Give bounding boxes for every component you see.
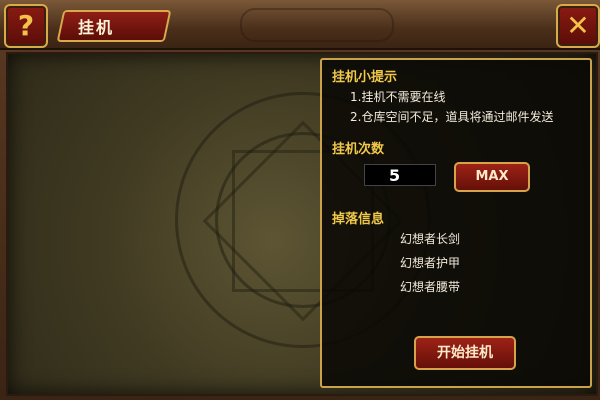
count-input[interactable]: 5 [364, 164, 436, 186]
close-button[interactable]: ✕ [556, 4, 600, 48]
drops-label: 掉落信息 [332, 212, 385, 227]
window-title: 挂机 [78, 18, 115, 37]
drop-item-1: 幻想者长剑 [400, 232, 461, 246]
help-button[interactable]: ? [4, 4, 48, 48]
count-label: 挂机次数 [332, 142, 385, 157]
start-idle-button[interactable]: 开始挂机 [414, 336, 516, 370]
tips-title: 挂机小提示 [332, 70, 398, 85]
game-window: ? 挂机 ✕ 挂机小提示 1.挂机不需要在线 2.仓库空间不足，道具将通过邮件发… [0, 0, 600, 400]
help-icon: ? [17, 9, 35, 42]
drop-item-3: 幻想者腰带 [400, 280, 461, 294]
max-button[interactable]: MAX [454, 162, 530, 192]
close-icon: ✕ [566, 9, 590, 42]
tip-line-2: 2.仓库空间不足，道具将通过邮件发送 [350, 110, 554, 124]
drop-item-2: 幻想者护甲 [400, 256, 461, 270]
tip-line-1: 1.挂机不需要在线 [350, 90, 446, 104]
top-ornament [240, 8, 394, 42]
